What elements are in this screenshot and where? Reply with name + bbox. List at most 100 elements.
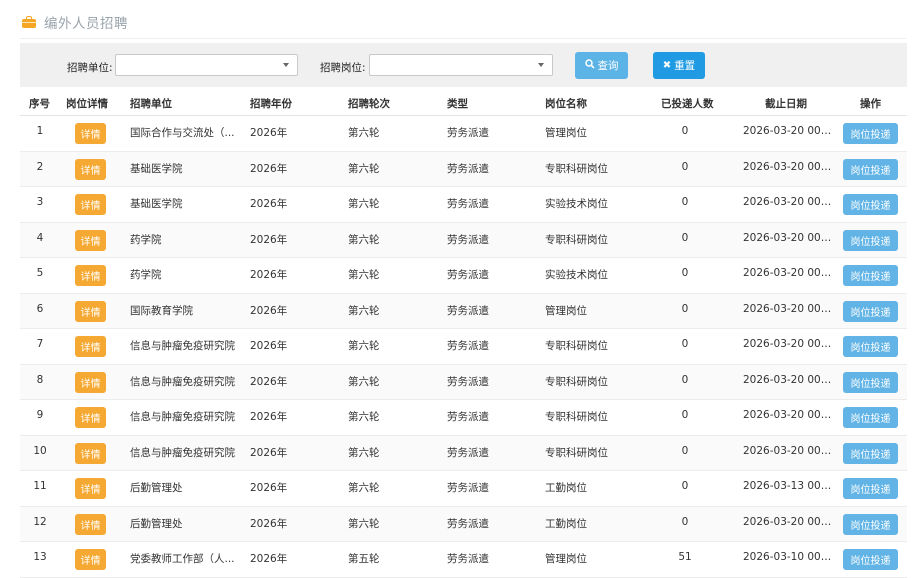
type-cell: 劳务派遣	[447, 553, 489, 565]
detail-button[interactable]: 详情	[75, 229, 106, 251]
round-cell: 第六轮	[348, 162, 380, 175]
type-cell: 劳务派遣	[447, 269, 489, 281]
row-number: 3	[36, 196, 44, 208]
briefcase-icon	[22, 16, 36, 28]
deadline-cell: 2026-03-20 00:0...	[743, 302, 833, 315]
apply-button[interactable]: 岗位投递	[843, 336, 898, 357]
year-cell: 2026年	[250, 482, 288, 494]
apply-button[interactable]: 岗位投递	[843, 478, 898, 499]
close-icon: ✖	[662, 60, 672, 71]
round-cell: 第六轮	[348, 269, 380, 281]
apply-button[interactable]: 岗位投递	[843, 513, 898, 535]
detail-button[interactable]: 详情	[75, 123, 106, 144]
unit-cell: 信息与肿瘤免疫研究院	[130, 340, 235, 352]
detail-button[interactable]: 详情	[75, 300, 106, 322]
unit-cell: 信息与肿瘤免疫研究院	[130, 375, 235, 388]
col-header-detail: 岗位详情	[66, 98, 108, 110]
detail-button[interactable]: 详情	[75, 478, 106, 499]
round-cell: 第五轮	[348, 553, 380, 565]
position-filter-label: 招聘岗位:	[320, 62, 366, 74]
detail-button[interactable]: 详情	[75, 194, 106, 215]
detail-button[interactable]: 详情	[75, 442, 106, 464]
unit-filter-label: 招聘单位:	[67, 62, 113, 74]
type-cell: 劳务派遣	[447, 198, 489, 210]
row-number: 2	[36, 160, 44, 173]
apply-button[interactable]: 岗位投递	[843, 442, 898, 464]
table-row: 13 详情 党委教师工作部（人... 2026年 第五轮 劳务派遣 管理岗位 51 2026-0…	[20, 542, 907, 578]
year-cell: 2026年	[250, 198, 288, 210]
round-cell: 第六轮	[348, 411, 380, 423]
apply-button[interactable]: 岗位投递	[843, 194, 898, 215]
apply-button[interactable]: 岗位投递	[843, 407, 898, 428]
detail-button[interactable]: 详情	[75, 407, 106, 428]
row-number: 10	[33, 444, 47, 457]
apply-button[interactable]: 岗位投递	[843, 158, 898, 180]
position-cell: 工勤岗位	[545, 482, 587, 494]
year-cell: 2026年	[250, 553, 288, 565]
search-button[interactable]: 查询	[575, 52, 628, 79]
detail-button[interactable]: 详情	[75, 158, 106, 180]
chevron-down-icon	[538, 63, 544, 67]
position-cell: 管理岗位	[545, 553, 587, 565]
unit-filter-select[interactable]	[115, 54, 298, 76]
apply-button[interactable]: 岗位投递	[843, 123, 898, 144]
year-cell: 2026年	[250, 446, 288, 459]
unit-cell: 药学院	[130, 269, 162, 281]
deadline-cell: 2026-03-20 00:0...	[743, 160, 833, 173]
applicant-count-cell: 0	[681, 231, 689, 244]
position-filter-select[interactable]	[369, 54, 553, 76]
round-cell: 第六轮	[348, 233, 380, 246]
year-cell: 2026年	[250, 340, 288, 352]
detail-button[interactable]: 详情	[75, 371, 106, 393]
applicant-count-cell: 51	[678, 551, 692, 563]
applicant-count-cell: 0	[681, 125, 689, 137]
unit-cell: 信息与肿瘤免疫研究院	[130, 411, 235, 423]
position-cell: 专职科研岗位	[545, 340, 608, 352]
reset-button[interactable]: ✖ 重置	[653, 52, 705, 79]
detail-button[interactable]: 详情	[75, 265, 106, 286]
position-cell: 专职科研岗位	[545, 375, 608, 388]
table-header: 序号 岗位详情 招聘单位 招聘年份 招聘轮次 类型 岗位名称 已投递人数 截止日…	[20, 89, 907, 116]
position-cell: 实验技术岗位	[545, 198, 608, 210]
round-cell: 第六轮	[348, 517, 380, 530]
deadline-cell: 2026-03-20 00:0...	[743, 409, 833, 421]
round-cell: 第六轮	[348, 375, 380, 388]
col-header-action: 操作	[860, 98, 881, 110]
table-row: 8 详情 信息与肿瘤免疫研究院 2026年 第六轮 劳务派遣 专职科研岗位 0 2026-03-…	[20, 364, 907, 400]
applicant-count-cell: 0	[681, 196, 689, 208]
year-cell: 2026年	[250, 517, 288, 530]
detail-button[interactable]: 详情	[75, 336, 106, 357]
applicant-count-cell: 0	[681, 302, 689, 315]
apply-button[interactable]: 岗位投递	[843, 549, 898, 570]
row-number: 9	[36, 409, 44, 421]
search-icon	[584, 59, 595, 72]
apply-button[interactable]: 岗位投递	[843, 265, 898, 286]
unit-cell: 国际教育学院	[130, 304, 193, 317]
row-number: 7	[36, 338, 44, 350]
unit-cell: 信息与肿瘤免疫研究院	[130, 446, 235, 459]
type-cell: 劳务派遣	[447, 340, 489, 352]
apply-button[interactable]: 岗位投递	[843, 371, 898, 393]
table-row: 4 详情 药学院 2026年 第六轮 劳务派遣 专职科研岗位 0 2026-03-20 00:0…	[20, 222, 907, 258]
position-cell: 管理岗位	[545, 304, 587, 317]
apply-button[interactable]: 岗位投递	[843, 229, 898, 251]
page-title: 编外人员招聘	[44, 16, 128, 32]
deadline-cell: 2026-03-20 00:0...	[743, 338, 833, 350]
type-cell: 劳务派遣	[447, 304, 489, 317]
table-row: 9 详情 信息与肿瘤免疫研究院 2026年 第六轮 劳务派遣 专职科研岗位 0 2026-03-…	[20, 400, 907, 436]
table-row: 12 详情 后勤管理处 2026年 第六轮 劳务派遣 工勤岗位 0 2026-03-20 00:…	[20, 506, 907, 542]
row-number: 11	[33, 480, 47, 492]
applicant-count-cell: 0	[681, 515, 689, 528]
year-cell: 2026年	[250, 233, 288, 246]
apply-button[interactable]: 岗位投递	[843, 300, 898, 322]
unit-cell: 后勤管理处	[130, 482, 183, 494]
year-cell: 2026年	[250, 375, 288, 388]
col-header-count: 已投递人数	[661, 98, 714, 110]
page-header: 编外人员招聘	[22, 11, 128, 33]
detail-button[interactable]: 详情	[75, 513, 106, 535]
type-cell: 劳务派遣	[447, 162, 489, 175]
detail-button[interactable]: 详情	[75, 549, 106, 570]
applicant-count-cell: 0	[681, 480, 689, 492]
type-cell: 劳务派遣	[447, 411, 489, 423]
deadline-cell: 2026-03-20 00:0...	[743, 373, 833, 386]
